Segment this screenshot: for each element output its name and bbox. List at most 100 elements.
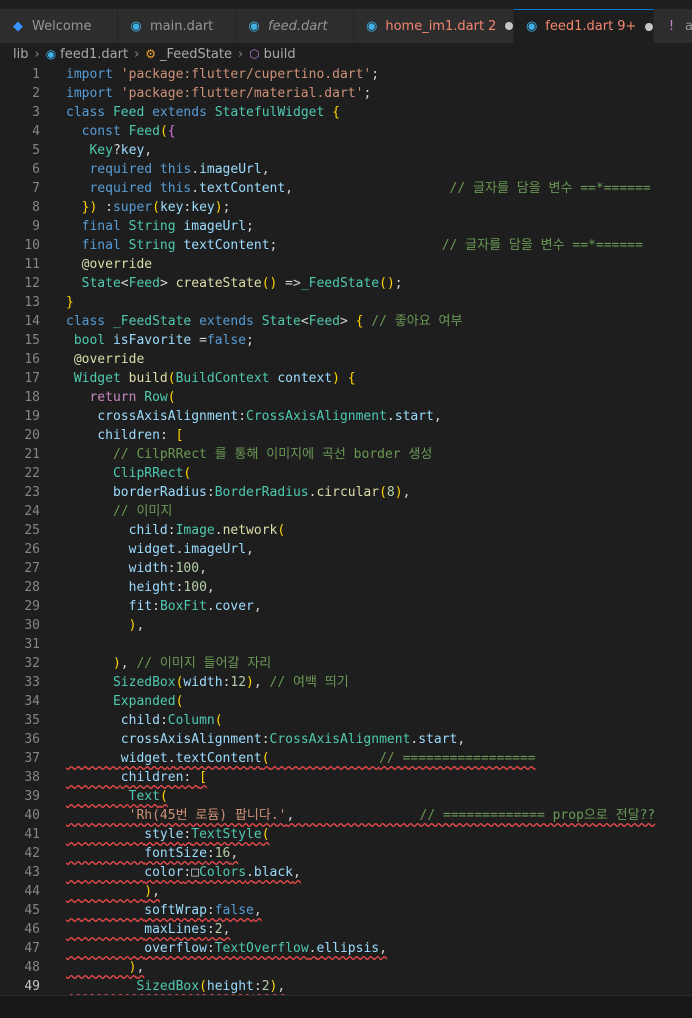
line-number: 26 (24, 542, 40, 557)
line-number: 44 (24, 884, 40, 899)
line-number: 40 (24, 808, 40, 823)
breadcrumb-method[interactable]: build (264, 47, 296, 62)
code-text: widget.imageUrl, (128, 542, 254, 557)
code-text: @override (81, 257, 153, 272)
code-text: ), (144, 884, 160, 899)
dart-file-icon: ◉ (45, 47, 57, 61)
code-line[interactable]: 40 'Rh(45번 로듐) 팝니다.', // ============= p… (0, 806, 692, 825)
tab-main-dart[interactable]: ◉ main.dart (118, 9, 236, 43)
line-number: 3 (32, 105, 40, 120)
code-line[interactable]: 28 height:100, (0, 578, 692, 597)
unsaved-dot-icon[interactable] (645, 22, 653, 31)
tab-label: a (685, 18, 692, 34)
code-line[interactable]: 12 State<Feed> createState() =>_FeedStat… (0, 274, 692, 293)
chevron-right-icon: › (237, 46, 244, 62)
code-line[interactable]: 23 borderRadius:BorderRadius.circular(8)… (0, 483, 692, 502)
line-number: 1 (32, 67, 40, 82)
code-line[interactable]: 48 ), (0, 958, 692, 977)
code-line[interactable]: 30 ), (0, 616, 692, 635)
line-number: 19 (24, 409, 40, 424)
code-editor[interactable]: 1 import 'package:flutter/cupertino.dart'… (0, 65, 692, 995)
code-line[interactable]: 27 width:100, (0, 559, 692, 578)
code-line[interactable]: 5 Key?key, (0, 141, 692, 160)
line-number: 2 (32, 86, 40, 101)
dart-icon: ◉ (130, 18, 142, 34)
code-line[interactable]: 47 overflow:TextOverflow.ellipsis, (0, 939, 692, 958)
code-line[interactable]: 22 ClipRRect( (0, 464, 692, 483)
code-line[interactable]: 44 ), (0, 882, 692, 901)
tab-feed-dart[interactable]: ◉ feed.dart (236, 9, 354, 43)
code-line[interactable]: 37 widget.textContent( // ==============… (0, 749, 692, 768)
code-line[interactable]: 43 color:□Colors.black, (0, 863, 692, 882)
code-text: 'Rh(45번 로듐) 팝니다.', // ============= prop… (128, 808, 656, 823)
code-line[interactable]: 25 child:Image.network( (0, 521, 692, 540)
breadcrumb-class[interactable]: _FeedState (160, 47, 232, 62)
code-text: crossAxisAlignment:CrossAxisAlignment.st… (120, 732, 466, 747)
code-line[interactable]: 29 fit:BoxFit.cover, (0, 597, 692, 616)
code-text: const Feed({ (81, 124, 176, 139)
code-line[interactable]: 17 Widget build(BuildContext context) { (0, 369, 692, 388)
code-line[interactable]: 26 widget.imageUrl, (0, 540, 692, 559)
code-text: required this.textContent, // 글자를 담을 변수 … (89, 181, 651, 196)
code-line[interactable]: 8 }) :super(key:key); (0, 198, 692, 217)
code-line[interactable]: 16 @override (0, 350, 692, 369)
tab-a[interactable]: ! a (654, 9, 692, 43)
code-line[interactable]: 10 final String textContent; // 글자를 담을 변… (0, 236, 692, 255)
code-line[interactable]: 32 ), // 이미지 들어갈 자리 (0, 654, 692, 673)
code-line[interactable]: 24 // 이미지 (0, 502, 692, 521)
code-text: ), (128, 618, 145, 633)
class-symbol-icon: ⚙ (145, 47, 157, 61)
line-number: 36 (24, 732, 40, 747)
tab-label: feed1.dart (545, 19, 614, 34)
code-line[interactable]: 35 child:Column( (0, 711, 692, 730)
code-line[interactable]: 4 const Feed({ (0, 122, 692, 141)
code-line[interactable]: 36 crossAxisAlignment:CrossAxisAlignment… (0, 730, 692, 749)
line-number: 47 (24, 941, 40, 956)
code-line[interactable]: 7 required this.textContent, // 글자를 담을 변… (0, 179, 692, 198)
line-number: 35 (24, 713, 40, 728)
code-line[interactable]: 6 required this.imageUrl, (0, 160, 692, 179)
code-line[interactable]: 3 class Feed extends StatefulWidget { (0, 103, 692, 122)
code-line[interactable]: 14 class _FeedState extends State<Feed> {… (0, 312, 692, 331)
code-line[interactable]: 39 Text( (0, 787, 692, 806)
unsaved-dot-icon[interactable] (505, 22, 513, 30)
code-line[interactable]: 2 import 'package:flutter/material.dart'; (0, 84, 692, 103)
line-number: 31 (24, 637, 40, 652)
breadcrumb-file[interactable]: feed1.dart (60, 47, 128, 62)
line-number: 15 (24, 333, 40, 348)
code-line[interactable]: 13} (0, 293, 692, 312)
code-line[interactable]: 46 maxLines:2, (0, 920, 692, 939)
code-line[interactable]: 31 (0, 635, 692, 654)
code-line[interactable]: 33 SizedBox(width:12), // 여백 띄기 (0, 673, 692, 692)
code-line[interactable]: 34 Expanded( (0, 692, 692, 711)
code-text: import 'package:flutter/material.dart'; (66, 86, 372, 101)
code-line[interactable]: 18 return Row( (0, 388, 692, 407)
code-line[interactable]: 19 crossAxisAlignment:CrossAxisAlignment… (0, 407, 692, 426)
method-symbol-icon: ⬡ (249, 47, 260, 61)
tab-home-im1-dart[interactable]: ◉ home_im1.dart 2 (354, 9, 514, 43)
line-number: 39 (24, 789, 40, 804)
code-line[interactable]: 42 fontSize:16, (0, 844, 692, 863)
code-line[interactable]: 15 bool isFavorite =false; (0, 331, 692, 350)
tab-welcome[interactable]: ◆ Welcome (0, 9, 118, 43)
code-line[interactable]: 38 children: [ (0, 768, 692, 787)
code-text: softWrap:false, (144, 903, 262, 918)
code-line[interactable]: 41 style:TextStyle( (0, 825, 692, 844)
code-line[interactable]: 11 @override (0, 255, 692, 274)
line-number: 38 (24, 770, 40, 785)
code-line[interactable]: 9 final String imageUrl; (0, 217, 692, 236)
status-bar (0, 995, 692, 1018)
code-line[interactable]: 1 import 'package:flutter/cupertino.dart'… (0, 65, 692, 84)
code-line[interactable]: 21 // CilpRRect 를 통해 이미지에 곡선 border 생성 (0, 445, 692, 464)
code-line[interactable]: 45 softWrap:false, (0, 901, 692, 920)
code-line[interactable]: 20 children: [ (0, 426, 692, 445)
code-text: SizedBox(width:12), // 여백 띄기 (112, 675, 349, 690)
breadcrumb-folder[interactable]: lib (13, 47, 28, 62)
code-line[interactable]: 49 SizedBox(height:2), (0, 977, 692, 995)
code-text: maxLines:2, (144, 922, 231, 937)
tab-feed1-dart[interactable]: ◉ feed1.dart 9+ (514, 9, 654, 43)
line-number: 11 (24, 257, 40, 272)
code-text: style:TextStyle( (144, 827, 270, 842)
code-text: class Feed extends StatefulWidget { (66, 105, 340, 120)
line-number: 14 (24, 314, 40, 329)
